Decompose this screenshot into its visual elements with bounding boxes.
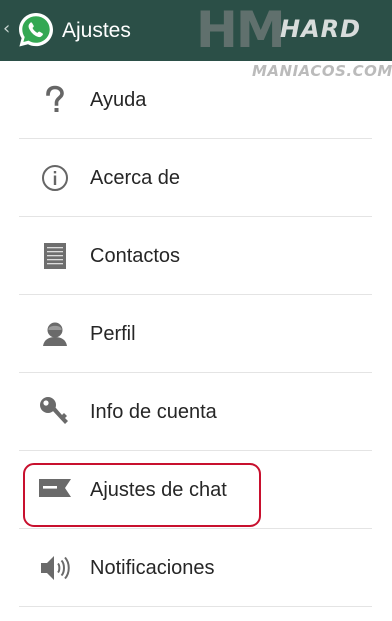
menu-item-label: Notificaciones (90, 556, 215, 579)
profile-person-icon (38, 317, 72, 351)
menu-item-ayuda[interactable]: Ayuda (0, 61, 392, 139)
menu-item-notificaciones[interactable]: Notificaciones (0, 529, 392, 607)
menu-item-perfil[interactable]: Perfil (0, 295, 392, 373)
info-icon (38, 161, 72, 195)
chevron-left-icon[interactable]: ‹ (3, 20, 10, 38)
help-question-icon (38, 83, 72, 117)
menu-item-label: Perfil (90, 322, 136, 345)
menu-item-info-de-cuenta[interactable]: Info de cuenta (0, 373, 392, 451)
page-title: Ajustes (62, 19, 131, 42)
whatsapp-logo-icon[interactable] (16, 10, 56, 50)
speaker-icon (38, 551, 72, 585)
key-icon (38, 395, 72, 429)
highlight-box (23, 463, 261, 527)
menu-item-label: Ayuda (90, 88, 147, 111)
menu-item-contactos[interactable]: Contactos (0, 217, 392, 295)
menu-item-acerca-de[interactable]: Acerca de (0, 139, 392, 217)
contacts-list-icon (38, 239, 72, 273)
menu-item-label: Acerca de (90, 166, 181, 189)
menu-item-label: Info de cuenta (90, 400, 217, 423)
app-bar: ‹ Ajustes (0, 0, 392, 61)
menu-item-label: Contactos (90, 244, 181, 267)
